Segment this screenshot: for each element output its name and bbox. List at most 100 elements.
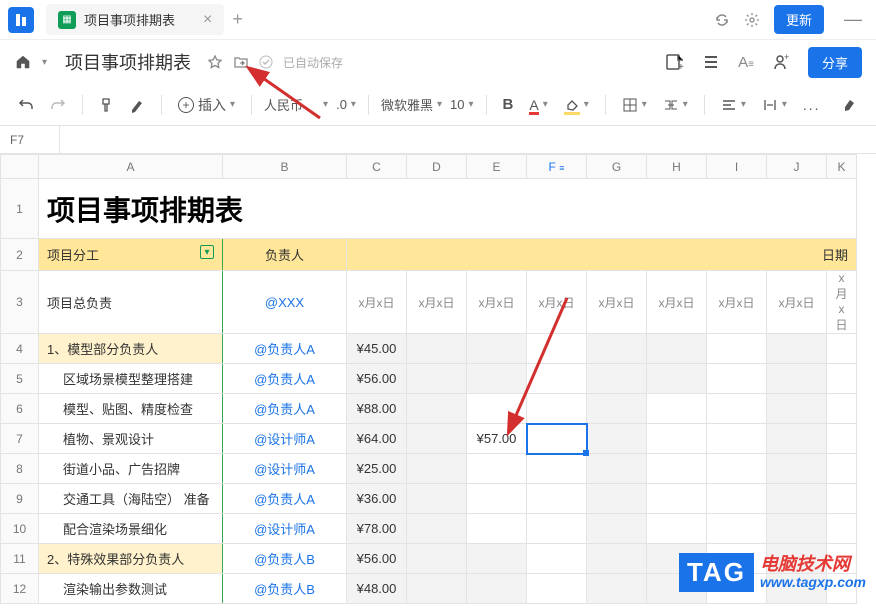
cell[interactable]: ¥25.00: [347, 454, 407, 484]
cell[interactable]: [527, 394, 587, 424]
borders-button[interactable]: ▾: [618, 93, 651, 117]
col-header[interactable]: B: [223, 155, 347, 179]
cell[interactable]: [527, 334, 587, 364]
cell[interactable]: @负责人B: [223, 574, 347, 604]
cell[interactable]: 配合渲染场景细化: [39, 514, 223, 544]
cell[interactable]: @XXX: [223, 271, 347, 334]
close-tab-icon[interactable]: ×: [203, 11, 212, 29]
cell[interactable]: [767, 454, 827, 484]
cell[interactable]: [827, 334, 857, 364]
cell[interactable]: [827, 454, 857, 484]
cell[interactable]: [647, 514, 707, 544]
row-header[interactable]: 7: [1, 424, 39, 454]
more-toolbar-button[interactable]: ...: [799, 93, 825, 117]
cell[interactable]: [827, 394, 857, 424]
row-header[interactable]: 2: [1, 239, 39, 271]
cell[interactable]: 区域场景模型整理搭建: [39, 364, 223, 394]
cell[interactable]: [587, 484, 647, 514]
text-format-icon[interactable]: A≡: [738, 54, 754, 71]
row-header[interactable]: 12: [1, 574, 39, 604]
header-cell[interactable]: 日期: [347, 239, 857, 271]
cell[interactable]: 1、模型部分负责人: [39, 334, 223, 364]
col-header[interactable]: F ≡: [527, 155, 587, 179]
cell[interactable]: [527, 454, 587, 484]
cell[interactable]: [587, 544, 647, 574]
font-size-select[interactable]: 10 ▾: [450, 97, 474, 112]
cell[interactable]: [467, 334, 527, 364]
cell[interactable]: [407, 454, 467, 484]
cell[interactable]: [467, 454, 527, 484]
col-header[interactable]: E: [467, 155, 527, 179]
cell[interactable]: [767, 394, 827, 424]
cell[interactable]: 植物、景观设计: [39, 424, 223, 454]
col-header[interactable]: J: [767, 155, 827, 179]
cell[interactable]: [767, 484, 827, 514]
cell[interactable]: [647, 424, 707, 454]
move-folder-icon[interactable]: [233, 54, 249, 70]
cell[interactable]: ¥88.00: [347, 394, 407, 424]
col-header[interactable]: C: [347, 155, 407, 179]
cell[interactable]: [707, 334, 767, 364]
home-icon[interactable]: [14, 53, 32, 71]
col-header[interactable]: D: [407, 155, 467, 179]
cell[interactable]: [827, 364, 857, 394]
sync-icon[interactable]: [714, 12, 730, 28]
cell[interactable]: [407, 574, 467, 604]
header-cell[interactable]: 负责人: [223, 239, 347, 271]
row-header[interactable]: 8: [1, 454, 39, 484]
text-color-button[interactable]: A ▾: [525, 93, 551, 117]
cell[interactable]: x月x日: [347, 271, 407, 334]
cell[interactable]: [707, 454, 767, 484]
col-header[interactable]: K: [827, 155, 857, 179]
cell[interactable]: ¥78.00: [347, 514, 407, 544]
cell[interactable]: [647, 454, 707, 484]
settings-icon[interactable]: [744, 12, 760, 28]
cell[interactable]: [467, 514, 527, 544]
cell[interactable]: @负责人A: [223, 394, 347, 424]
cell[interactable]: @负责人A: [223, 334, 347, 364]
cell[interactable]: [767, 334, 827, 364]
cell[interactable]: [647, 334, 707, 364]
cell[interactable]: [827, 424, 857, 454]
cell[interactable]: [587, 334, 647, 364]
cell[interactable]: [587, 574, 647, 604]
cell[interactable]: ¥64.00: [347, 424, 407, 454]
cell[interactable]: ¥56.00: [347, 544, 407, 574]
cell[interactable]: @设计师A: [223, 514, 347, 544]
cell[interactable]: x月x日: [527, 271, 587, 334]
toolbar-paint-icon[interactable]: [838, 93, 862, 117]
cell[interactable]: [527, 544, 587, 574]
cell[interactable]: [527, 484, 587, 514]
redo-button[interactable]: [46, 93, 70, 117]
col-header[interactable]: I: [707, 155, 767, 179]
document-title[interactable]: 项目事项排期表: [65, 49, 191, 75]
add-collaborator-icon[interactable]: +: [772, 53, 790, 71]
cell[interactable]: [647, 364, 707, 394]
cell[interactable]: [767, 424, 827, 454]
row-header[interactable]: 9: [1, 484, 39, 514]
undo-button[interactable]: [14, 93, 38, 117]
cell[interactable]: @设计师A: [223, 424, 347, 454]
cell[interactable]: [407, 544, 467, 574]
cell[interactable]: 交通工具（海陆空） 准备: [39, 484, 223, 514]
cell[interactable]: [467, 574, 527, 604]
align-button[interactable]: ▾: [717, 93, 750, 117]
row-header[interactable]: 1: [1, 179, 39, 239]
cell[interactable]: [587, 364, 647, 394]
minimize-button[interactable]: —: [838, 9, 868, 30]
cell[interactable]: [527, 514, 587, 544]
update-button[interactable]: 更新: [774, 5, 824, 34]
cell[interactable]: [407, 364, 467, 394]
cell[interactable]: [587, 514, 647, 544]
cell[interactable]: [587, 424, 647, 454]
insert-button[interactable]: + 插入 ▾: [174, 91, 239, 119]
cell[interactable]: ¥36.00: [347, 484, 407, 514]
col-header[interactable]: H: [647, 155, 707, 179]
cell[interactable]: [827, 484, 857, 514]
document-tab[interactable]: ▦ 项目事项排期表 ×: [46, 4, 224, 35]
cell[interactable]: x月x日: [707, 271, 767, 334]
list-icon[interactable]: [702, 53, 720, 71]
cell[interactable]: [467, 364, 527, 394]
cell[interactable]: [407, 514, 467, 544]
fill-color-button[interactable]: ▾: [560, 93, 593, 117]
